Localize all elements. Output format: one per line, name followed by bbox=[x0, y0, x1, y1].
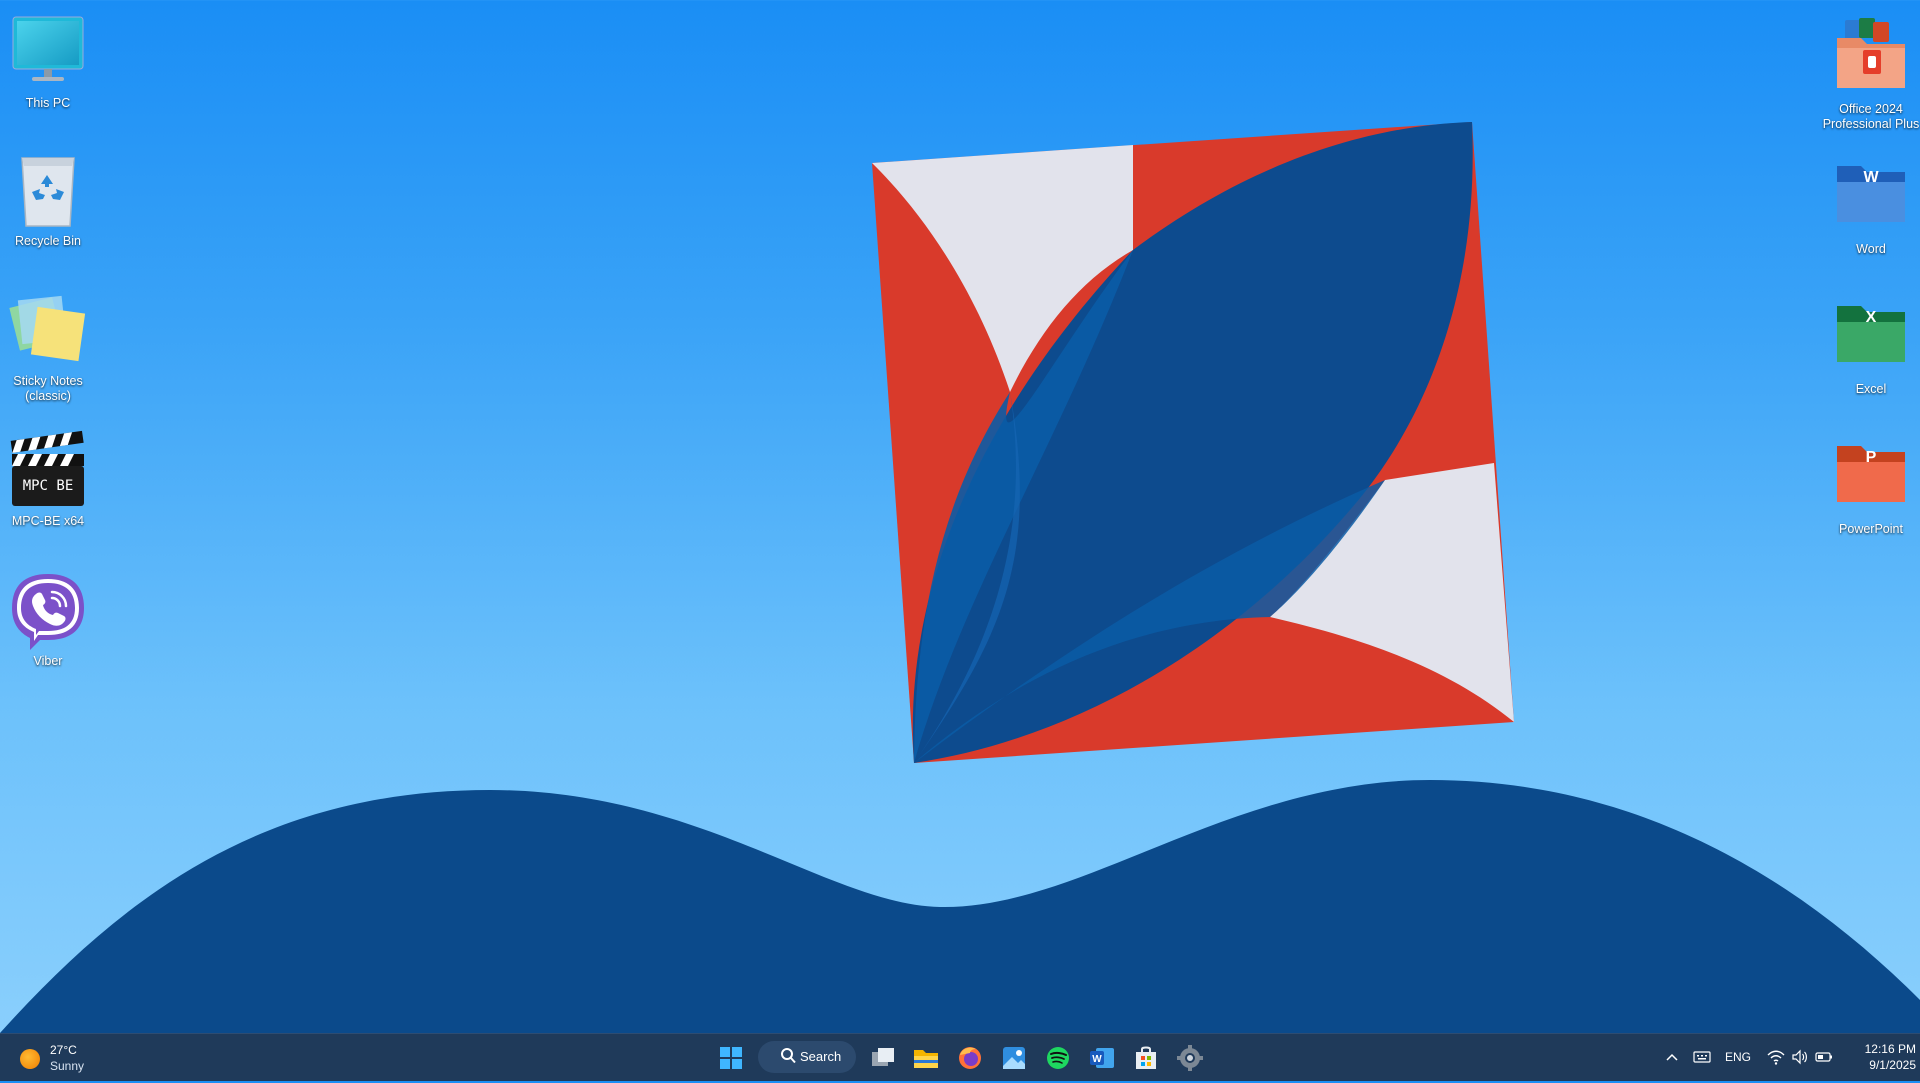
wallpaper-emblem bbox=[872, 122, 1514, 763]
mpc-be-text: MPC BE bbox=[22, 478, 74, 494]
desktop-icon-this-pc[interactable]: This PC bbox=[0, 12, 103, 111]
file-explorer-button[interactable] bbox=[906, 1038, 946, 1078]
battery-icon bbox=[1815, 1052, 1832, 1062]
monitor-icon bbox=[8, 12, 88, 92]
photos-button[interactable] bbox=[994, 1038, 1034, 1078]
spotify-icon bbox=[1047, 1047, 1069, 1069]
desktop-icon-label: Viber bbox=[33, 654, 63, 668]
start-button[interactable] bbox=[711, 1038, 751, 1078]
office-folder-icon bbox=[1831, 18, 1911, 98]
desktop-icon-label: PowerPoint bbox=[1839, 522, 1903, 536]
word-letter: W bbox=[1863, 169, 1879, 186]
language-indicator[interactable]: ENG bbox=[1725, 1050, 1751, 1064]
search-label: Search bbox=[800, 1049, 842, 1064]
desktop-icon-word[interactable]: W Word bbox=[1816, 158, 1920, 257]
firefox-button[interactable] bbox=[950, 1038, 990, 1078]
taskbar: 27°C Sunny Search W ENG 12:16 PM 9/1/202… bbox=[0, 1033, 1920, 1081]
desktop-icon-label: This PC bbox=[25, 96, 71, 110]
task-view-button[interactable] bbox=[862, 1038, 902, 1078]
powerpoint-folder-icon: P bbox=[1831, 438, 1911, 518]
word-icon: W bbox=[1090, 1048, 1114, 1068]
clock[interactable]: 12:16 PM 9/1/2025 bbox=[1836, 1041, 1916, 1073]
desktop-icon-label: MPC-BE x64 bbox=[11, 514, 85, 528]
word-taskbar-button[interactable]: W bbox=[1082, 1038, 1122, 1078]
sun-icon bbox=[20, 1049, 40, 1069]
volume-icon bbox=[1792, 1049, 1807, 1065]
search-icon bbox=[781, 1048, 796, 1064]
desktop-icon-office[interactable]: Office 2024 Professional Plus bbox=[1816, 18, 1920, 132]
firefox-icon bbox=[959, 1047, 981, 1069]
store-icon bbox=[1136, 1046, 1156, 1069]
clock-time: 12:16 PM bbox=[1864, 1042, 1916, 1056]
settings-icon bbox=[1177, 1045, 1203, 1071]
desktop-icon-recycle-bin[interactable]: Recycle Bin bbox=[0, 150, 103, 249]
word-folder-icon: W bbox=[1831, 158, 1911, 238]
desktop-icon-viber[interactable]: Viber bbox=[0, 570, 103, 669]
recycle-bin-icon bbox=[8, 150, 88, 230]
windows-logo-icon bbox=[720, 1047, 742, 1069]
wallpaper bbox=[0, 122, 1920, 1033]
weather-temperature: 27°C bbox=[50, 1043, 77, 1057]
powerpoint-letter: P bbox=[1865, 449, 1877, 466]
desktop-icon-label: Sticky Notes (classic) bbox=[13, 374, 83, 403]
keyboard-icon[interactable] bbox=[1692, 1047, 1712, 1067]
task-view-icon bbox=[872, 1048, 894, 1066]
sticky-notes-icon bbox=[8, 290, 88, 370]
desktop-icon-label: Word bbox=[1856, 242, 1886, 256]
weather-condition: Sunny bbox=[50, 1059, 85, 1073]
viber-icon bbox=[8, 570, 88, 650]
wallpaper-wave bbox=[0, 780, 1920, 1033]
desktop-icon-mpc-be[interactable]: MPC BE MPC-BE x64 bbox=[0, 430, 103, 529]
desktop-icon-powerpoint[interactable]: P PowerPoint bbox=[1816, 438, 1920, 537]
clock-date: 9/1/2025 bbox=[1869, 1058, 1916, 1072]
desktop-icon-sticky-notes[interactable]: Sticky Notes (classic) bbox=[0, 290, 103, 404]
clapperboard-icon: MPC BE bbox=[8, 430, 88, 510]
wifi-icon bbox=[1767, 1050, 1785, 1065]
file-explorer-icon bbox=[914, 1050, 938, 1068]
desktop-icon-excel[interactable]: X Excel bbox=[1816, 298, 1920, 397]
desktop-icon-label: Excel bbox=[1855, 382, 1887, 396]
store-button[interactable] bbox=[1126, 1038, 1166, 1078]
quick-settings[interactable] bbox=[1766, 1034, 1836, 1081]
chevron-up-icon[interactable] bbox=[1662, 1047, 1682, 1067]
excel-letter: X bbox=[1865, 309, 1877, 326]
excel-folder-icon: X bbox=[1831, 298, 1911, 378]
settings-button[interactable] bbox=[1170, 1038, 1210, 1078]
svg-text:W: W bbox=[1092, 1054, 1102, 1065]
spotify-button[interactable] bbox=[1038, 1038, 1078, 1078]
photos-icon bbox=[1003, 1047, 1025, 1069]
search-box[interactable]: Search bbox=[758, 1041, 856, 1073]
desktop-icon-label: Recycle Bin bbox=[15, 234, 81, 248]
desktop-icon-label: Office 2024 Professional Plus bbox=[1822, 102, 1920, 131]
